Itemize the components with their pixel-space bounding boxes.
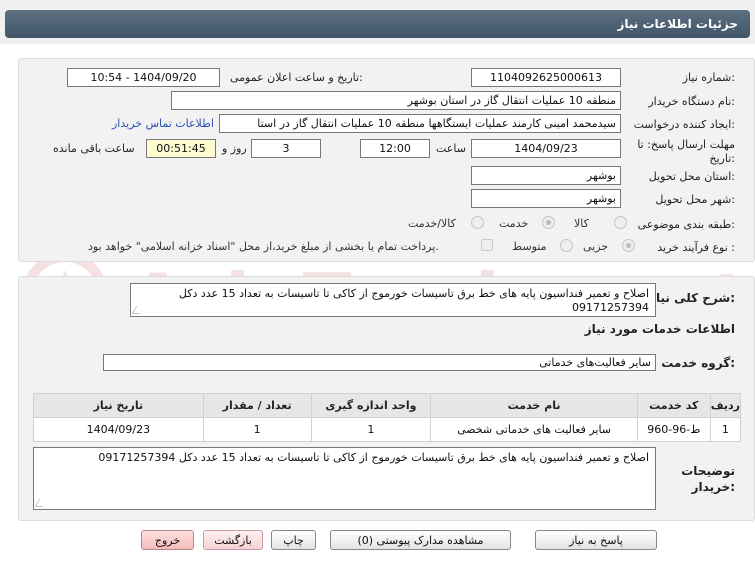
col-header-qty: تعداد / مقدار xyxy=(202,393,312,418)
page-title: جزئیات اطلاعات نیاز xyxy=(5,10,750,38)
announce-label: تاریخ و ساعت اعلان عمومی: xyxy=(230,71,363,84)
exit-button[interactable]: خروج xyxy=(141,530,194,550)
deadline-time-field: 12:00 xyxy=(360,139,430,158)
col-header-unit: واحد اندازه گیری xyxy=(310,393,432,418)
table-header-row: ردیف کد خدمت نام خدمت واحد اندازه گیری ت… xyxy=(33,393,742,418)
process-minor-label: جزیی xyxy=(583,240,609,253)
cell-row: 1 xyxy=(709,417,742,442)
days-field: 3 xyxy=(251,139,321,158)
time-label: ساعت xyxy=(436,142,466,155)
summary-text: اصلاح و تعمیر فنداسیون پایه های خط برق ت… xyxy=(178,287,649,314)
process-label: نوع فرآیند خرید : xyxy=(657,241,735,254)
buyer-notes-textarea[interactable]: اصلاح و تعمیر فنداسیون پایه های خط برق ت… xyxy=(33,447,656,510)
print-button[interactable]: چاپ xyxy=(271,530,316,550)
cell-code: ط-96-960 xyxy=(636,417,711,442)
resize-grip-icon[interactable] xyxy=(34,499,48,507)
service-group-label: گروه خدمت: xyxy=(661,356,735,370)
info-panel xyxy=(18,58,755,262)
category-service-label: خدمت xyxy=(499,217,529,230)
category-goods-label: کالا xyxy=(574,217,589,230)
remaining-time-field: 00:51:45 xyxy=(146,139,216,158)
buyer-notes-label-1: توضیحات xyxy=(681,464,735,478)
category-service-radio[interactable] xyxy=(542,216,555,229)
category-both-label: کالا/خدمت xyxy=(408,217,456,230)
summary-label: شرح کلی نیاز: xyxy=(649,291,735,305)
services-table: ردیف کد خدمت نام خدمت واحد اندازه گیری ت… xyxy=(33,393,742,442)
announce-field: 1404/09/20 - 10:54 xyxy=(67,68,220,87)
buyer-notes-text: اصلاح و تعمیر فنداسیون پایه های خط برق ت… xyxy=(98,451,649,464)
process-medium-label: متوسط xyxy=(512,240,547,253)
remaining-label: ساعت باقی مانده xyxy=(53,142,135,155)
city-field: بوشهر xyxy=(471,189,621,208)
col-header-name: نام خدمت xyxy=(430,393,638,418)
deadline-label-2: تاریخ: xyxy=(709,152,735,165)
back-button[interactable]: بازگشت xyxy=(203,530,263,550)
process-minor-radio[interactable] xyxy=(622,239,635,252)
city-label: شهر محل تحویل: xyxy=(655,193,735,206)
cell-date: 1404/09/23 xyxy=(33,417,204,442)
category-both-radio[interactable] xyxy=(471,216,484,229)
province-field: بوشهر xyxy=(471,166,621,185)
cell-name: سایر فعالیت های خدماتی شخصی xyxy=(430,417,638,442)
summary-textarea[interactable]: اصلاح و تعمیر فنداسیون پایه های خط برق ت… xyxy=(130,283,656,317)
process-medium-radio[interactable] xyxy=(560,239,573,252)
col-header-code: کد خدمت xyxy=(636,393,711,418)
cell-unit: 1 xyxy=(310,417,432,442)
deadline-label-1: مهلت ارسال پاسخ: تا xyxy=(637,138,735,151)
service-group-field: سایر فعالیت‌های خدماتی xyxy=(103,354,656,371)
col-header-date: تاریخ نیاز xyxy=(33,393,204,418)
treasury-note: پرداخت تمام یا بخشی از مبلغ خرید،از محل … xyxy=(88,240,439,253)
need-number-field: 1104092625000613 xyxy=(471,68,621,87)
days-label: روز و xyxy=(222,142,247,155)
services-section-title: اطلاعات خدمات مورد نیاز xyxy=(584,322,735,336)
resize-grip-icon[interactable] xyxy=(131,306,145,314)
buyer-notes-label-2: خریدار: xyxy=(691,480,735,494)
reply-button[interactable]: پاسخ به نیاز xyxy=(535,530,657,550)
buyer-field: منطقه 10 عملیات انتقال گاز در استان بوشه… xyxy=(171,91,621,110)
category-goods-radio[interactable] xyxy=(614,216,627,229)
contact-link[interactable]: اطلاعات تماس خریدار xyxy=(112,117,214,130)
need-number-label: شماره نیاز: xyxy=(682,71,735,84)
province-label: استان محل تحویل: xyxy=(648,170,735,183)
attachments-button[interactable]: مشاهده مدارک پیوستی (0) xyxy=(330,530,511,550)
buyer-label: نام دستگاه خریدار: xyxy=(648,95,735,108)
table-row: 1 ط-96-960 سایر فعالیت های خدماتی شخصی 1… xyxy=(33,417,742,442)
category-label: طبقه بندی موضوعی: xyxy=(637,218,735,231)
creator-label: ایجاد کننده درخواست: xyxy=(633,118,735,131)
cell-qty: 1 xyxy=(202,417,312,442)
header-area: جزئیات اطلاعات نیاز xyxy=(0,0,755,44)
creator-field: سیدمحمد امینی کارمند عملیات ایستگاهها من… xyxy=(219,114,621,133)
col-header-row: ردیف xyxy=(709,393,742,418)
deadline-date-field: 1404/09/23 xyxy=(471,139,621,158)
treasury-checkbox[interactable] xyxy=(481,239,493,251)
